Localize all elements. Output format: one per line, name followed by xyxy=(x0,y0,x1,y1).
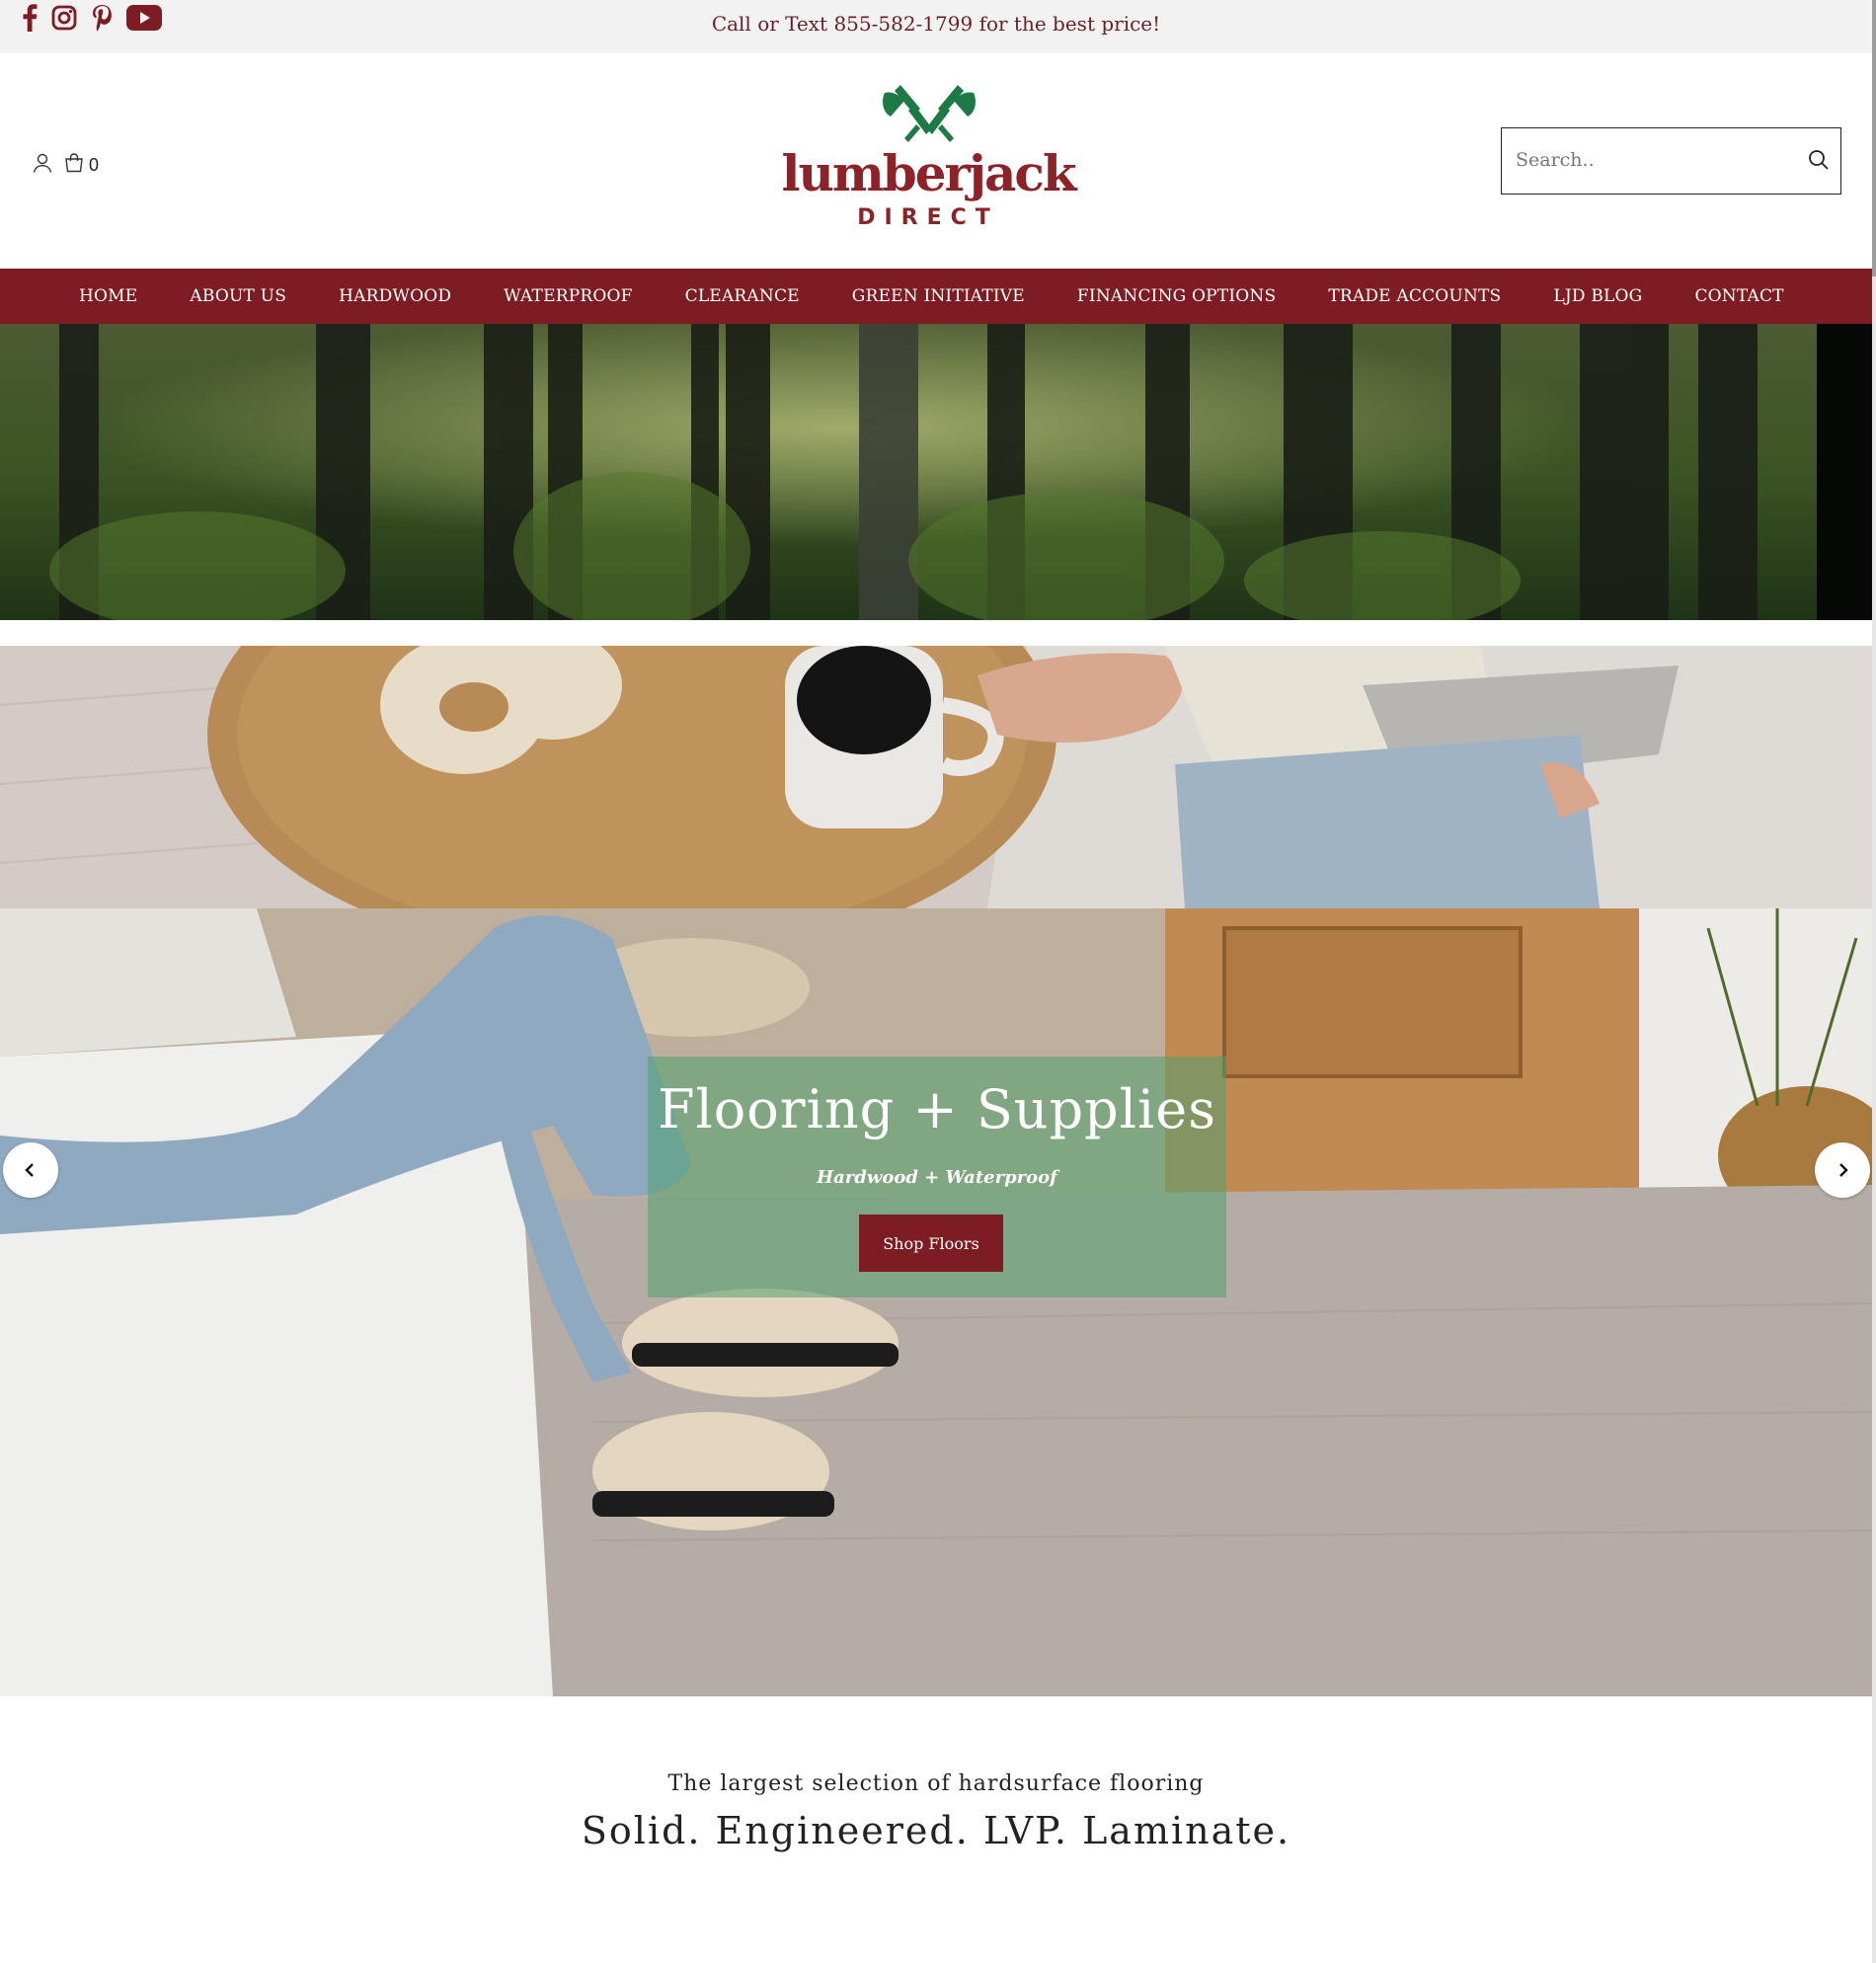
site-logo[interactable]: lumberjack DIRECT xyxy=(780,79,1076,237)
nav-clearance[interactable]: CLEARANCE xyxy=(685,286,800,306)
hero-subtitle: Hardwood + Waterproof xyxy=(817,1167,1057,1188)
search-input[interactable] xyxy=(1502,128,1788,192)
scrollbar-thumb[interactable] xyxy=(1872,0,1876,276)
user-icon[interactable] xyxy=(32,152,53,178)
shop-floors-button[interactable]: Shop Floors xyxy=(859,1215,1003,1272)
slider-prev-button[interactable] xyxy=(3,1142,58,1198)
main-nav: HOME ABOUT US HARDWOOD WATERPROOF CLEARA… xyxy=(0,269,1872,324)
lifestyle-banner-image xyxy=(0,646,1872,908)
nav-ljd-blog[interactable]: LJD BLOG xyxy=(1553,286,1642,306)
cart-count[interactable]: 0 xyxy=(89,155,99,176)
intro-headline: Solid. Engineered. LVP. Laminate. xyxy=(581,1809,1291,1852)
search-icon[interactable] xyxy=(1807,148,1831,176)
hero-title: Flooring + Supplies xyxy=(658,1078,1216,1140)
forest-banner-image xyxy=(0,324,1872,620)
nav-waterproof[interactable]: WATERPROOF xyxy=(504,286,632,306)
scrollbar-track[interactable] xyxy=(1872,0,1876,1963)
nav-contact[interactable]: CONTACT xyxy=(1694,286,1783,306)
nav-financing-options[interactable]: FINANCING OPTIONS xyxy=(1077,286,1276,306)
logo-wordmark: lumberjack xyxy=(781,144,1077,202)
section-spacer xyxy=(0,620,1872,646)
cart-icon[interactable] xyxy=(63,152,85,178)
nav-home[interactable]: HOME xyxy=(79,286,137,306)
hero-slider: Flooring + Supplies Hardwood + Waterproo… xyxy=(0,908,1872,1696)
crossed-axes-icon xyxy=(883,85,976,142)
logo-subtitle: DIRECT xyxy=(857,205,999,230)
nav-trade-accounts[interactable]: TRADE ACCOUNTS xyxy=(1328,286,1501,306)
site-header: 0 lumberjack DIRECT xyxy=(0,53,1872,269)
chevron-left-icon xyxy=(25,1163,34,1177)
search-box xyxy=(1501,127,1841,195)
announcement-text: Call or Text 855-582-1799 for the best p… xyxy=(711,12,1161,36)
nav-about-us[interactable]: ABOUT US xyxy=(190,286,286,306)
announcement-bar: Call or Text 855-582-1799 for the best p… xyxy=(0,0,1872,53)
hero-background-image xyxy=(0,908,1872,1696)
account-cart: 0 xyxy=(32,152,99,178)
chevron-right-icon xyxy=(1839,1163,1848,1177)
intro-tagline: The largest selection of hardsurface flo… xyxy=(667,1771,1205,1796)
nav-hardwood[interactable]: HARDWOOD xyxy=(339,286,451,306)
hero-caption-box: Flooring + Supplies Hardwood + Waterproo… xyxy=(648,1057,1226,1297)
slider-next-button[interactable] xyxy=(1815,1142,1870,1198)
nav-green-initiative[interactable]: GREEN INITIATIVE xyxy=(852,286,1025,306)
